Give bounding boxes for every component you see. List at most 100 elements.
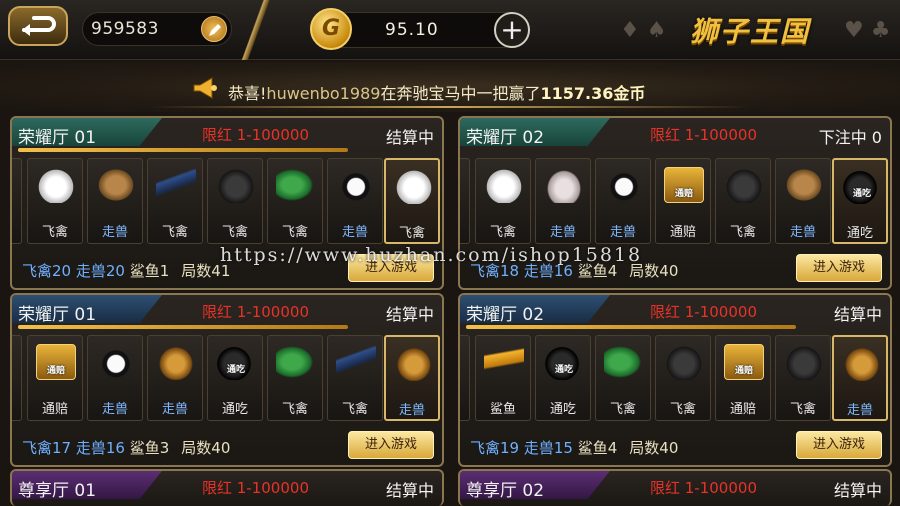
back-button[interactable] bbox=[8, 6, 68, 46]
account-id-box: 959583 bbox=[82, 12, 232, 46]
bomb-icon: 通吃 bbox=[544, 344, 584, 380]
coin-balance: 95.10 bbox=[385, 20, 439, 40]
enter-game-button[interactable]: 进入游戏 bbox=[796, 254, 882, 282]
rabbit-icon bbox=[544, 167, 584, 203]
room-name: 尊享厅 01 bbox=[18, 481, 97, 501]
dove-icon bbox=[394, 168, 434, 204]
history-cards: 飞禽 走兽 走兽 通赔 通赔 飞禽 走兽 通吃 通吃 bbox=[460, 158, 890, 244]
history-card: 飞禽 bbox=[207, 158, 263, 244]
room-panel-4[interactable]: 荣耀厅 02 限红 1-100000 结算中 鲨鱼 通吃 通吃 飞禽 飞禽 通赔通… bbox=[458, 293, 892, 467]
room-name: 尊享厅 02 bbox=[466, 481, 545, 501]
room-stats: 飞禽17 走兽16 鲨鱼3 局数40 bbox=[22, 439, 231, 457]
suits-left-icon: ♦ ♠ bbox=[620, 18, 667, 43]
dove-icon bbox=[36, 167, 76, 203]
treasure-chest-icon: 通赔 bbox=[664, 167, 704, 203]
history-card: 走兽 bbox=[595, 158, 651, 244]
room-status: 结算中 bbox=[385, 481, 434, 500]
treasure-chest-icon: 通赔 bbox=[36, 344, 76, 380]
enter-game-button[interactable]: 进入游戏 bbox=[348, 431, 434, 459]
history-cards: 通赔 通赔 走兽 走兽 通吃 通吃 飞禽 飞禽 走兽 bbox=[12, 335, 442, 421]
room-panel-3[interactable]: 荣耀厅 01 限红 1-100000 结算中 通赔 通赔 走兽 走兽 通吃 通吃 飞… bbox=[10, 293, 444, 467]
suits-right-icon: ♥ ♣ bbox=[844, 18, 891, 43]
history-card: 飞禽 bbox=[267, 335, 323, 421]
history-card: 通吃 通吃 bbox=[535, 335, 591, 421]
history-card: 飞禽 bbox=[775, 335, 831, 421]
treasure-chest-icon: 通赔 bbox=[724, 344, 764, 380]
monkey-icon bbox=[784, 167, 824, 203]
history-card: 飞禽 bbox=[595, 335, 651, 421]
bet-limit: 限红 1-100000 bbox=[202, 303, 309, 321]
room-status: 下注中 0 bbox=[818, 128, 882, 147]
history-card: 通赔 通赔 bbox=[715, 335, 771, 421]
room-status: 结算中 bbox=[833, 481, 882, 500]
history-card: 飞禽 bbox=[27, 158, 83, 244]
history-card: 飞禽 bbox=[475, 158, 531, 244]
enter-game-button[interactable]: 进入游戏 bbox=[796, 431, 882, 459]
history-card: 飞禽 bbox=[327, 335, 383, 421]
room-status: 结算中 bbox=[385, 128, 434, 147]
back-arrow-icon bbox=[22, 16, 56, 36]
panda-icon bbox=[604, 167, 644, 203]
history-card: 飞禽 bbox=[267, 158, 323, 244]
history-cards: 飞禽 走兽 飞禽 飞禽 飞禽 走兽 飞禽 bbox=[12, 158, 442, 244]
eagle-icon bbox=[216, 167, 256, 203]
shark-icon bbox=[484, 344, 524, 380]
swallow-icon bbox=[156, 167, 196, 203]
eagle-icon bbox=[784, 344, 824, 380]
peacock-icon bbox=[604, 344, 644, 380]
bomb-icon: 通吃 bbox=[216, 344, 256, 380]
peacock-icon bbox=[276, 344, 316, 380]
room-stats: 飞禽20 走兽20 鲨鱼1 局数41 bbox=[22, 262, 231, 280]
history-card: 通吃 通吃 bbox=[207, 335, 263, 421]
history-card-latest: 走兽 bbox=[832, 335, 888, 421]
history-card: 走兽 bbox=[87, 158, 143, 244]
account-id: 959583 bbox=[91, 19, 159, 39]
eagle-icon bbox=[664, 344, 704, 380]
dove-icon bbox=[484, 167, 524, 203]
lion-icon bbox=[156, 344, 196, 380]
bet-limit: 限红 1-100000 bbox=[650, 126, 757, 144]
panda-icon bbox=[336, 167, 376, 203]
history-card-latest: 飞禽 bbox=[384, 158, 440, 244]
bet-limit: 限红 1-100000 bbox=[202, 479, 309, 497]
room-name: 荣耀厅 02 bbox=[466, 128, 545, 148]
lion-icon bbox=[842, 345, 882, 381]
history-card: 鲨鱼 bbox=[475, 335, 531, 421]
history-card: 走兽 bbox=[87, 335, 143, 421]
history-card: 走兽 bbox=[147, 335, 203, 421]
history-card: 飞禽 bbox=[147, 158, 203, 244]
bet-limit: 限红 1-100000 bbox=[202, 126, 309, 144]
history-card-latest: 走兽 bbox=[384, 335, 440, 421]
header-divider bbox=[240, 0, 276, 60]
round-progress-bar bbox=[466, 325, 796, 329]
peacock-icon bbox=[276, 167, 316, 203]
room-status: 结算中 bbox=[385, 305, 434, 324]
announcement-bar: 恭喜!huwenbo1989在奔驰宝马中一把赢了1157.36金币 bbox=[0, 62, 900, 112]
history-card: 走兽 bbox=[775, 158, 831, 244]
room-panel-6[interactable]: 尊享厅 02 限红 1-100000 结算中 bbox=[458, 469, 892, 506]
monkey-icon bbox=[96, 167, 136, 203]
add-coins-button[interactable]: + bbox=[494, 12, 530, 48]
edit-pencil-icon[interactable] bbox=[201, 16, 227, 42]
history-card: 走兽 bbox=[535, 158, 591, 244]
room-panel-5[interactable]: 尊享厅 01 限红 1-100000 结算中 bbox=[10, 469, 444, 506]
lion-icon bbox=[394, 345, 434, 381]
history-card: 飞禽 bbox=[715, 158, 771, 244]
plus-icon: + bbox=[500, 13, 524, 46]
bomb-icon: 通吃 bbox=[842, 168, 882, 204]
room-name: 荣耀厅 02 bbox=[466, 305, 545, 325]
panda-icon bbox=[96, 344, 136, 380]
round-progress-bar bbox=[18, 148, 348, 152]
swallow-icon bbox=[336, 344, 376, 380]
room-name: 荣耀厅 01 bbox=[18, 305, 97, 325]
watermark-text: https://www.huzhan.com/ishop15818 bbox=[220, 244, 643, 266]
history-card: 走兽 bbox=[327, 158, 383, 244]
gold-coin-icon: G bbox=[310, 8, 352, 50]
eagle-icon bbox=[724, 167, 764, 203]
announcement-text: 恭喜!huwenbo1989在奔驰宝马中一把赢了1157.36金币 bbox=[228, 84, 646, 103]
top-bar: 959583 G 95.10 + ♦ ♠ 狮子王国 ♥ ♣ bbox=[0, 0, 900, 60]
history-card: 通赔 通赔 bbox=[655, 158, 711, 244]
game-title: 狮子王国 bbox=[690, 15, 811, 48]
room-stats: 飞禽19 走兽15 鲨鱼4 局数40 bbox=[470, 439, 679, 457]
history-card: 通赔 通赔 bbox=[27, 335, 83, 421]
